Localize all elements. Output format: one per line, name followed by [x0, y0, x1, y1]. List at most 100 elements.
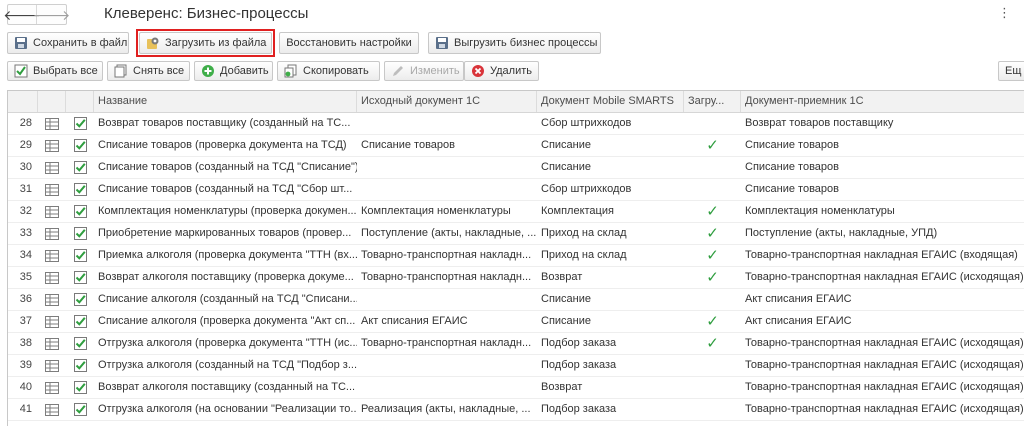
export-processes-button[interactable]: Выгрузить бизнес процессы	[428, 32, 601, 54]
row-mobile-doc: Возврат	[541, 271, 583, 283]
row-checkbox[interactable]	[66, 399, 94, 420]
row-target-doc: Товарно-транспортная накладная ЕГАИС (ис…	[745, 359, 1024, 371]
row-loaded-check	[684, 157, 741, 178]
row-checkbox[interactable]	[66, 135, 94, 156]
select-all-button[interactable]: Выбрать все	[7, 61, 103, 81]
edit-label: Изменить	[410, 65, 460, 77]
table-row[interactable]: 33 Приобретение маркированных товаров (пр…	[8, 223, 1024, 245]
table-row[interactable]: 38 Отгрузка алкоголя (проверка документа …	[8, 333, 1024, 355]
checkbox-checked-icon	[73, 359, 87, 372]
row-checkbox[interactable]	[66, 157, 94, 178]
deselect-all-button[interactable]: Снять все	[107, 61, 190, 81]
row-checkbox[interactable]	[66, 223, 94, 244]
table-row[interactable]: 28 Возврат товаров поставщику (созданный …	[8, 113, 1024, 135]
header-loaded[interactable]: Загру...	[684, 91, 741, 112]
row-target-doc: Акт списания ЕГАИС	[745, 293, 852, 305]
delete-label: Удалить	[490, 65, 532, 77]
row-number: 40	[19, 381, 32, 393]
header-mobile-doc[interactable]: Документ Mobile SMARTS	[537, 91, 684, 112]
checkbox-checked-icon	[73, 161, 87, 174]
row-checkbox[interactable]	[66, 245, 94, 266]
row-loaded-check	[684, 113, 741, 134]
row-checkbox[interactable]	[66, 267, 94, 288]
export-processes-label: Выгрузить бизнес процессы	[454, 37, 598, 49]
more-actions-button[interactable]: Ещ	[998, 61, 1024, 81]
table-row[interactable]: 40 Возврат алкоголя поставщику (созданный…	[8, 377, 1024, 399]
save-to-file-button[interactable]: Сохранить в файл	[7, 32, 129, 54]
row-source-doc	[357, 355, 537, 376]
table-list-icon	[38, 311, 66, 332]
save-icon	[14, 36, 28, 50]
row-number: 39	[19, 359, 32, 371]
header-icon[interactable]	[38, 91, 66, 112]
row-loaded-check: ✓	[706, 313, 719, 330]
forward-arrow-icon[interactable]: 🡒	[33, 5, 71, 24]
row-target-doc: Акт списания ЕГАИС	[745, 315, 852, 327]
header-name[interactable]: Название	[94, 91, 357, 112]
header-number[interactable]	[8, 91, 38, 112]
table-header: Название Исходный документ 1С Документ M…	[8, 91, 1024, 113]
table-row[interactable]: 41 Отгрузка алкоголя (на основании "Реали…	[8, 399, 1024, 421]
row-checkbox[interactable]	[66, 333, 94, 354]
row-checkbox[interactable]	[66, 311, 94, 332]
row-loaded-check: ✓	[706, 137, 719, 154]
row-checkbox[interactable]	[66, 113, 94, 134]
row-number: 31	[19, 183, 32, 195]
table-row[interactable]: 36 Списание алкоголя (созданный на ТСД "С…	[8, 289, 1024, 311]
restore-settings-button[interactable]: Восстановить настройки	[279, 32, 419, 54]
table-row[interactable]: 30 Списание товаров (созданный на ТСД "Сп…	[8, 157, 1024, 179]
table-list-icon	[38, 223, 66, 244]
checkbox-checked-icon	[73, 227, 87, 240]
row-checkbox[interactable]	[66, 201, 94, 222]
row-mobile-doc: Списание	[541, 139, 591, 151]
row-checkbox[interactable]	[66, 179, 94, 200]
header-target-doc[interactable]: Документ-приемник 1С	[741, 91, 1024, 112]
row-number: 30	[19, 161, 32, 173]
add-button[interactable]: Добавить	[194, 61, 273, 81]
row-number: 29	[19, 139, 32, 151]
more-menu-icon[interactable]: ⋮	[998, 6, 1011, 19]
table-list-icon	[38, 355, 66, 376]
row-name: Отгрузка алкоголя (проверка документа "Т…	[98, 337, 357, 349]
deselect-all-icon	[114, 64, 128, 78]
table-list-icon	[38, 113, 66, 134]
table-list-icon	[38, 399, 66, 420]
row-source-doc: Комплектация номенклатуры	[361, 205, 511, 217]
table-row[interactable]: 37 Списание алкоголя (проверка документа …	[8, 311, 1024, 333]
row-name: Списание товаров (проверка документа на …	[98, 139, 347, 151]
delete-button[interactable]: Удалить	[464, 61, 539, 81]
row-loaded-check	[684, 289, 741, 310]
row-checkbox[interactable]	[66, 355, 94, 376]
load-from-file-button[interactable]: Загрузить из файла	[139, 32, 272, 54]
row-target-doc: Товарно-транспортная накладная ЕГАИС (вх…	[745, 249, 1018, 261]
select-all-icon	[14, 64, 28, 78]
table-row[interactable]: 32 Комплектация номенклатуры (проверка до…	[8, 201, 1024, 223]
row-loaded-check	[684, 377, 741, 398]
row-source-doc	[357, 289, 537, 310]
row-source-doc: Товарно-транспортная накладн...	[361, 337, 532, 349]
row-source-doc: Реализация (акты, накладные, ...	[361, 403, 531, 415]
title-bar: 🡐 🡒 Клеверенс: Бизнес-процессы ⋮	[0, 0, 1024, 30]
table-row[interactable]: 29 Списание товаров (проверка документа н…	[8, 135, 1024, 157]
row-name: Возврат товаров поставщику (созданный на…	[98, 117, 351, 129]
row-source-doc	[357, 113, 537, 134]
header-source-doc[interactable]: Исходный документ 1С	[357, 91, 537, 112]
table-row[interactable]: 35 Возврат алкоголя поставщику (проверка …	[8, 267, 1024, 289]
row-checkbox[interactable]	[66, 377, 94, 398]
edit-button[interactable]: Изменить	[384, 61, 464, 81]
delete-icon	[471, 64, 485, 78]
row-name: Возврат алкоголя поставщику (проверка до…	[98, 271, 354, 283]
row-checkbox[interactable]	[66, 289, 94, 310]
table-row[interactable]: 34 Приемка алкоголя (проверка документа "…	[8, 245, 1024, 267]
table-row[interactable]: 39 Отгрузка алкоголя (созданный на ТСД "П…	[8, 355, 1024, 377]
row-mobile-doc: Подбор заказа	[541, 337, 617, 349]
row-mobile-doc: Списание	[541, 315, 591, 327]
table-row[interactable]: 31 Списание товаров (созданный на ТСД "Сб…	[8, 179, 1024, 201]
table-list-icon	[38, 245, 66, 266]
copy-button[interactable]: Скопировать	[277, 61, 380, 81]
header-check[interactable]	[66, 91, 94, 112]
row-name: Возврат алкоголя поставщику (созданный н…	[98, 381, 356, 393]
table-list-icon	[38, 179, 66, 200]
table-list-icon	[38, 333, 66, 354]
row-loaded-check: ✓	[706, 203, 719, 220]
